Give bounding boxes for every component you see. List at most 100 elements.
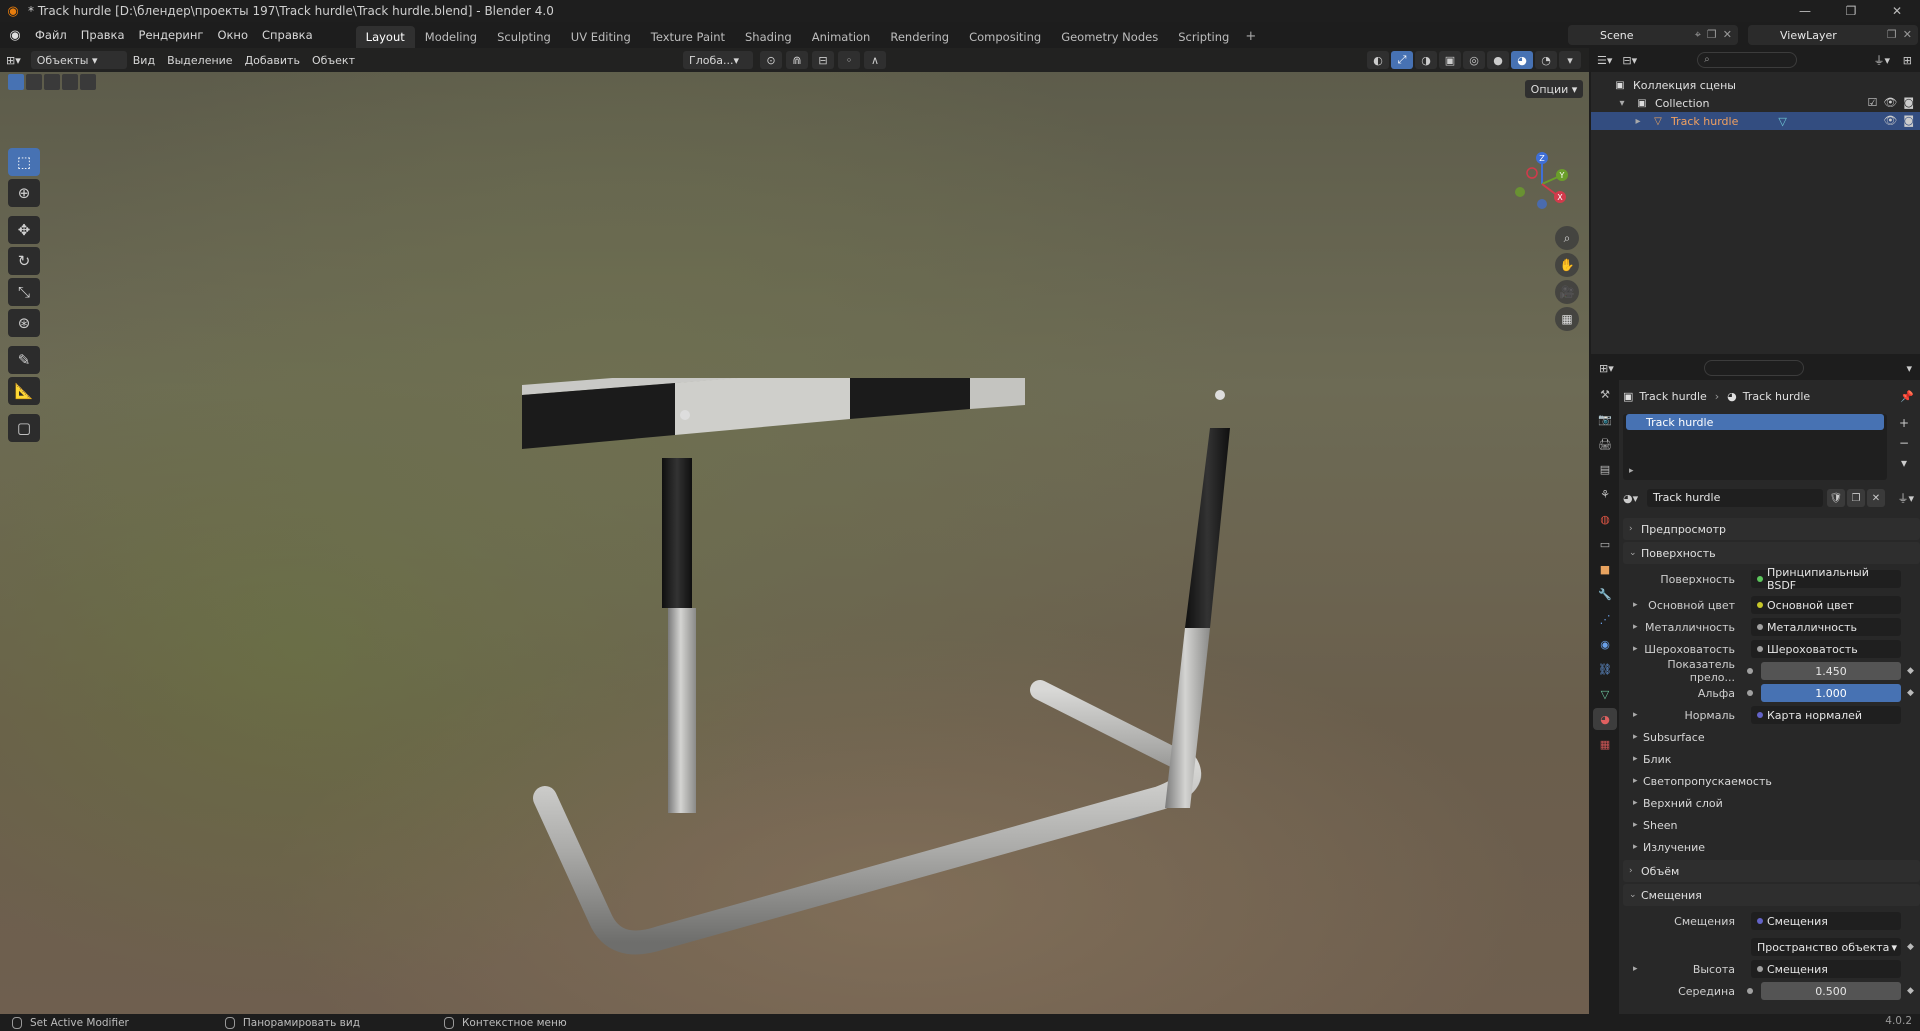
tab-geometry-nodes[interactable]: Geometry Nodes [1051,26,1168,48]
editor-type-icon[interactable]: ⊞▾ [0,51,27,69]
select-intersect-icon[interactable] [80,74,96,90]
keyframe-dot-icon[interactable]: ◆ [1907,942,1914,952]
camera-icon[interactable]: ◙ [1903,96,1914,109]
tab-shading[interactable]: Shading [735,26,802,48]
tab-sculpting[interactable]: Sculpting [487,26,561,48]
view-layer-tab-icon[interactable]: ▤ [1593,458,1617,480]
proportional-icon[interactable]: ◦ [838,51,860,69]
surface-shader-field[interactable]: Принципиальный BSDF [1751,566,1901,592]
pivot-icon[interactable]: ⊙ [760,51,782,69]
remove-icon[interactable]: ✕ [1723,28,1732,42]
subpanel-subsurface[interactable]: ▸ Subsurface [1623,726,1920,748]
height-field[interactable]: Смещения [1751,960,1901,978]
new-collection-icon[interactable]: ⊞ [1903,54,1912,67]
rendered-shading-icon[interactable]: ◔ [1535,51,1557,69]
maximize-icon[interactable]: ❐ [1828,0,1874,22]
wireframe-shading-icon[interactable]: ◎ [1463,51,1485,69]
tool-tab-icon[interactable]: ⚒ [1593,383,1617,405]
space-dropdown[interactable]: Пространство объекта ▾ [1751,938,1901,956]
expand-arrow-icon[interactable]: ▸ [1629,466,1634,476]
track-hurdle-model[interactable] [520,378,1240,998]
select-box-icon[interactable]: ⬚ [8,148,40,176]
subpanel-coat[interactable]: ▸ Верхний слой [1623,792,1920,814]
panel-displacement[interactable]: ⌄ Смещения [1623,884,1920,906]
roughness-field[interactable]: Шероховатость [1751,640,1901,658]
subpanel-sheen[interactable]: ▸ Sheen [1623,814,1920,836]
tab-modeling[interactable]: Modeling [415,26,487,48]
properties-search-input[interactable] [1703,360,1804,376]
scale-icon[interactable]: ⤡ [8,278,40,306]
gizmo-toggle-icon[interactable]: ⤢ [1391,51,1413,69]
filter-icon[interactable]: ⏚▾ [1897,490,1914,506]
solid-shading-icon[interactable]: ● [1487,51,1509,69]
subpanel-emission[interactable]: ▸ Излучение [1623,836,1920,858]
menu-object[interactable]: Объект [306,51,361,69]
panel-surface[interactable]: ⌄ Поверхность [1623,542,1920,564]
remove-slot-icon[interactable]: − [1893,434,1915,452]
snap-icon[interactable]: ⋒ [786,51,808,69]
expand-arrow-icon[interactable]: ▸ [1633,964,1638,974]
view-layer-selector[interactable]: ViewLayer ❐ ✕ [1748,25,1918,45]
transform-icon[interactable]: ⊛ [8,309,40,337]
world-tab-icon[interactable]: ◍ [1593,508,1617,530]
panel-volume[interactable]: › Объём [1623,860,1920,882]
move-icon[interactable]: ✥ [8,216,40,244]
menu-view[interactable]: Вид [127,51,161,69]
normal-field[interactable]: Карта нормалей [1751,706,1901,724]
add-slot-icon[interactable]: + [1893,414,1915,432]
filter-icon[interactable]: ⏚▾ [1873,52,1890,68]
zoom-icon[interactable]: ⌕ [1555,226,1579,250]
mode-selector[interactable]: Объекты ▾ [30,51,127,69]
subpanel-transmission[interactable]: ▸ Светопропускаемость [1623,770,1920,792]
outliner-row-collection[interactable]: ▾ ▣ Collection ☑ 👁 ◙ [1591,94,1920,112]
menu-help[interactable]: Справка [255,25,320,45]
eye-icon[interactable]: 👁 [1883,114,1897,127]
physics-tab-icon[interactable]: ◉ [1593,633,1617,655]
outliner-row-scene-collection[interactable]: ▣ Коллекция сцены [1591,76,1920,94]
alpha-value-field[interactable]: 1.000 [1761,684,1901,702]
duplicate-material-icon[interactable]: ❐ [1847,489,1865,507]
menu-file[interactable]: Файл [28,25,74,45]
panel-preview[interactable]: › Предпросмотр [1623,518,1920,540]
browse-material-icon[interactable]: ◕▾ [1623,492,1638,505]
material-name-field[interactable]: Track hurdle [1647,489,1823,507]
minimize-icon[interactable]: — [1782,0,1828,22]
checkbox-icon[interactable]: ☑ [1867,96,1877,109]
subpanel-specular[interactable]: ▸ Блик [1623,748,1920,770]
pin-icon[interactable]: 📌 [1900,390,1914,403]
grid-view-icon[interactable]: ▦ [1555,307,1579,331]
snap-target-icon[interactable]: ⊟ [812,51,834,69]
menu-render[interactable]: Рендеринг [132,25,211,45]
eye-icon[interactable]: 👁 [1883,96,1897,109]
material-slot-item[interactable]: Track hurdle [1626,414,1884,430]
tab-rendering[interactable]: Rendering [880,26,959,48]
select-new-icon[interactable] [8,74,24,90]
measure-icon[interactable]: 📐 [8,377,40,405]
texture-tab-icon[interactable]: ▦ [1593,733,1617,755]
particles-tab-icon[interactable]: ⋰ [1593,608,1617,630]
object-tab-icon[interactable]: ■ [1593,558,1617,580]
expand-arrow-icon[interactable]: ▾ [1615,96,1629,110]
outliner-row-track-hurdle[interactable]: ▸ ▽ Track hurdle ▽ 👁 ◙ [1591,112,1920,130]
output-tab-icon[interactable]: 🖨 [1593,433,1617,455]
remove-icon[interactable]: ✕ [1903,28,1912,41]
constraints-tab-icon[interactable]: ⛓ [1593,658,1617,680]
ior-value-field[interactable]: 1.450 [1761,662,1901,680]
menu-edit[interactable]: Правка [74,25,132,45]
unlink-material-icon[interactable]: ✕ [1867,489,1885,507]
display-mode-icon[interactable]: ⊟▾ [1622,54,1637,67]
tab-texture-paint[interactable]: Texture Paint [641,26,735,48]
tab-compositing[interactable]: Compositing [959,26,1051,48]
tab-layout[interactable]: Layout [355,26,415,48]
camera-icon[interactable]: ◙ [1903,114,1914,127]
falloff-icon[interactable]: ∧ [864,51,886,69]
navigation-gizmo[interactable]: Z Y X [1508,148,1576,216]
keyframe-dot-icon[interactable]: ◆ [1907,986,1914,996]
3d-viewport[interactable]: ⊞▾ Объекты ▾ Вид Выделение Добавить Объе… [0,48,1589,1014]
cursor-icon[interactable]: ⊕ [8,179,40,207]
menu-window[interactable]: Окно [210,25,255,45]
data-tab-icon[interactable]: ▽ [1593,683,1617,705]
properties-editor-icon[interactable]: ⊞▾ [1599,362,1614,375]
slot-menu-icon[interactable]: ▾ [1893,454,1915,472]
collection-tab-icon[interactable]: ▭ [1593,533,1617,555]
